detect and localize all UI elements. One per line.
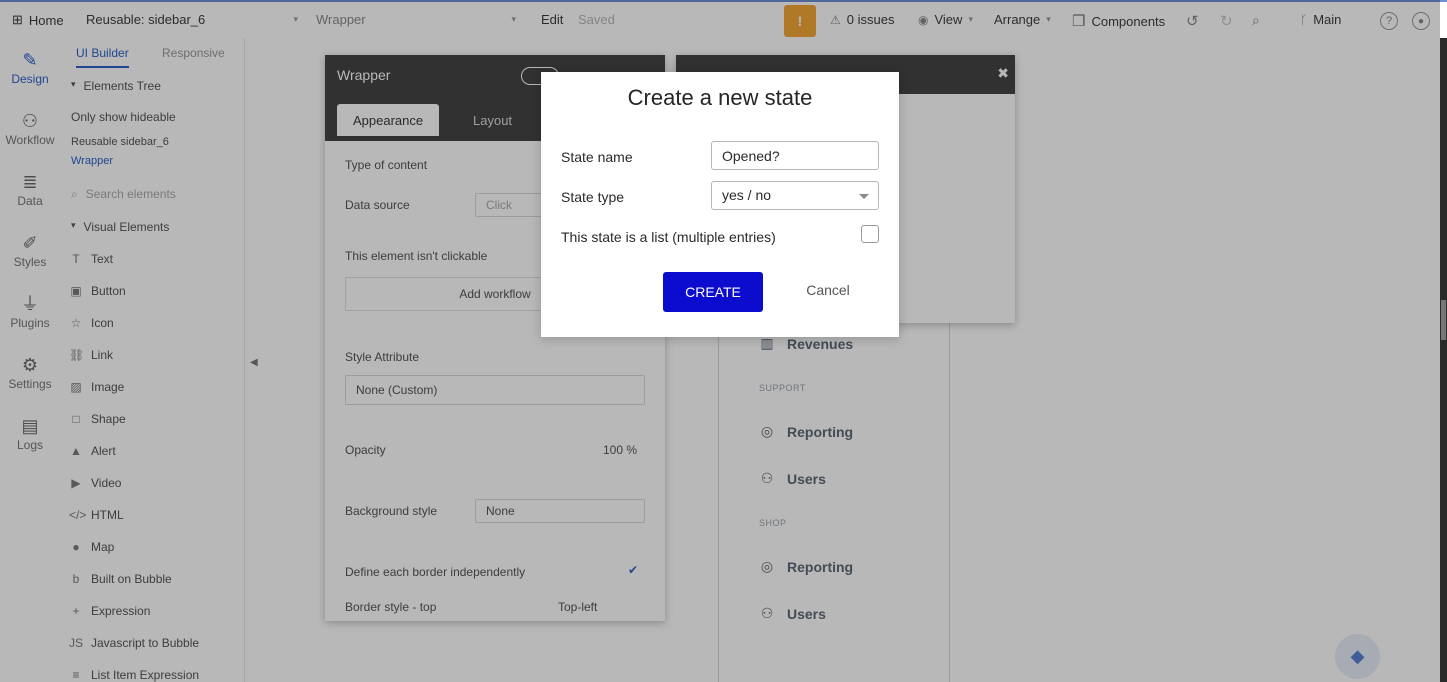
is-list-checkbox[interactable]	[861, 225, 879, 243]
cancel-button[interactable]: Cancel	[793, 282, 863, 298]
dialog-title: Create a new state	[627, 85, 813, 110]
state-type-select[interactable]: yes / no	[711, 181, 879, 210]
state-name-input[interactable]	[711, 141, 879, 170]
scrollbar-thumb[interactable]	[1441, 300, 1446, 340]
create-state-dialog: Create a new state State name State type…	[541, 72, 899, 337]
state-type-value: yes / no	[722, 187, 772, 203]
create-button[interactable]: CREATE	[663, 272, 763, 312]
chevron-down-icon	[859, 194, 869, 199]
state-name-label: State name	[561, 149, 633, 165]
list-label: This state is a list (multiple entries)	[561, 229, 776, 245]
state-type-label: State type	[561, 189, 625, 205]
scrollbar[interactable]	[1440, 38, 1447, 682]
